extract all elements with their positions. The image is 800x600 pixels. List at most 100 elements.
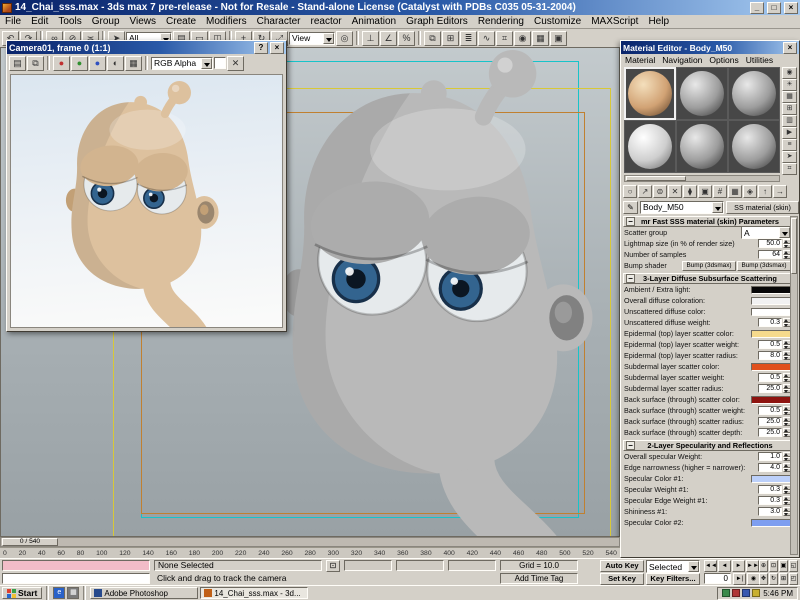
- key-filters-button[interactable]: Key Filters...: [646, 573, 700, 585]
- param-value-field[interactable]: 0.3: [758, 485, 782, 494]
- mirror-button[interactable]: ⧉: [424, 31, 441, 46]
- scatter-group-select-dropdown-button[interactable]: [779, 227, 790, 238]
- material-editor-panel[interactable]: Material Editor - Body_M50 × MaterialNav…: [620, 40, 800, 558]
- menu-rendering[interactable]: Rendering: [473, 16, 529, 27]
- video-color-check-button[interactable]: ▥: [782, 115, 797, 127]
- go-to-start-button[interactable]: ◄◄: [704, 560, 717, 572]
- field-of-view-button[interactable]: ◰: [789, 573, 798, 585]
- param-value-field[interactable]: 64: [758, 250, 782, 259]
- auto-key-button[interactable]: Auto Key: [600, 560, 644, 572]
- pan-view-button[interactable]: ✥: [759, 573, 768, 585]
- task-button-14-chai-sss-max-3d[interactable]: 14_Chai_sss.max - 3d...: [200, 587, 308, 599]
- enable-red-channel-button[interactable]: ●: [53, 56, 70, 71]
- material-type-button[interactable]: SS material (skin): [726, 201, 799, 214]
- zoom-all-button[interactable]: ⊡: [769, 560, 778, 572]
- current-frame-field[interactable]: 0: [704, 573, 731, 584]
- material-editor-button[interactable]: ◉: [514, 31, 531, 46]
- coordinate-z-field[interactable]: [448, 560, 496, 571]
- go-to-end-button[interactable]: ►|: [733, 573, 746, 585]
- material-editor-title-bar[interactable]: Material Editor - Body_M50 ×: [621, 41, 799, 54]
- minimize-button[interactable]: _: [750, 2, 764, 14]
- material-id-channel-button[interactable]: #: [713, 185, 727, 198]
- maxscript-mini-listener[interactable]: [2, 560, 150, 571]
- menu-character[interactable]: Character: [252, 16, 306, 27]
- material-sample-slot-5[interactable]: [676, 120, 728, 173]
- select-by-material-button[interactable]: ➤: [782, 151, 797, 163]
- background-button[interactable]: ▦: [782, 91, 797, 103]
- color-swatch[interactable]: [751, 330, 791, 338]
- zoom-button[interactable]: ⊕: [759, 560, 768, 572]
- go-to-parent-button[interactable]: ↑: [758, 185, 772, 198]
- put-to-library-button[interactable]: ▣: [698, 185, 712, 198]
- background-color-swatch[interactable]: [214, 57, 226, 69]
- collapse-icon[interactable]: −: [626, 274, 635, 283]
- key-filter-selected-select[interactable]: Selected: [646, 560, 700, 573]
- color-swatch[interactable]: [751, 286, 791, 294]
- reset-map-to-default-button[interactable]: ✕: [668, 185, 682, 198]
- material-sample-slot-3[interactable]: [728, 67, 780, 120]
- scrollbar-thumb[interactable]: [791, 218, 797, 274]
- channel-display-select-dropdown-button[interactable]: [201, 58, 212, 69]
- maxscript-mini-listener-input[interactable]: [2, 573, 150, 584]
- render-window-title-bar[interactable]: Camera01, frame 0 (1:1) ? ×: [7, 41, 286, 54]
- param-value-field[interactable]: 25.0: [758, 428, 782, 437]
- color-swatch[interactable]: [751, 519, 791, 527]
- make-material-copy-button[interactable]: ⧫: [683, 185, 697, 198]
- quicklaunch-browser-icon[interactable]: e: [53, 587, 65, 599]
- material-menu-utilities[interactable]: Utilities: [746, 55, 773, 65]
- curve-editor-button[interactable]: ∿: [478, 31, 495, 46]
- color-swatch[interactable]: [751, 475, 791, 483]
- align-button[interactable]: ⊞: [442, 31, 459, 46]
- selection-lock-toggle[interactable]: ⊡: [326, 560, 340, 572]
- param-value-field[interactable]: 1.0: [758, 452, 782, 461]
- title-bar[interactable]: 14_Chai_sss.max - 3ds max 7 pre-release …: [0, 0, 800, 15]
- menu-tools[interactable]: Tools: [53, 16, 86, 27]
- render-scene-button[interactable]: ▦: [532, 31, 549, 46]
- material-name-dropdown-button[interactable]: [712, 202, 723, 213]
- pick-material-from-object-button[interactable]: ✎: [623, 201, 638, 214]
- bump-shader-button[interactable]: Bump (3dsmax): [682, 261, 736, 271]
- scrollbar-thumb[interactable]: [626, 176, 686, 181]
- collapse-icon[interactable]: −: [626, 217, 635, 226]
- param-value-field[interactable]: 0.3: [758, 496, 782, 505]
- rollout-header[interactable]: −2-Layer Specularity and Reflections: [623, 440, 792, 451]
- quicklaunch-desktop-icon[interactable]: ▦: [67, 587, 79, 599]
- param-value-field[interactable]: 3.0: [758, 507, 782, 516]
- menu-views[interactable]: Views: [125, 16, 162, 27]
- material-menu-options[interactable]: Options: [709, 55, 738, 65]
- param-value-field[interactable]: 8.0: [758, 351, 782, 360]
- maximize-button[interactable]: □: [767, 2, 781, 14]
- sample-uv-tiling-button[interactable]: ⊞: [782, 103, 797, 115]
- menu-file[interactable]: File: [0, 16, 26, 27]
- layer-manager-button[interactable]: ≣: [460, 31, 477, 46]
- color-swatch[interactable]: [751, 396, 791, 404]
- coordinate-y-field[interactable]: [396, 560, 444, 571]
- param-value-field[interactable]: 50.0: [758, 239, 782, 248]
- reference-coordinate-system-select-dropdown-button[interactable]: [323, 33, 334, 44]
- color-swatch[interactable]: [751, 297, 791, 305]
- param-value-field[interactable]: 25.0: [758, 384, 782, 393]
- arc-rotate-button[interactable]: ↻: [769, 573, 778, 585]
- render-window-help-button[interactable]: ?: [254, 42, 268, 54]
- time-slider-handle[interactable]: 0 / 540: [2, 538, 58, 546]
- material-map-navigator-button[interactable]: ⌗: [782, 163, 797, 175]
- monochrome-toggle-button[interactable]: ◐: [107, 56, 124, 71]
- material-sample-slot-2[interactable]: [676, 67, 728, 120]
- add-time-tag[interactable]: Add Time Tag: [500, 573, 578, 584]
- put-material-to-scene-button[interactable]: ↗: [638, 185, 652, 198]
- material-sample-slot-1[interactable]: [624, 67, 676, 120]
- zoom-region-button[interactable]: ◱: [789, 560, 798, 572]
- material-editor-close-button[interactable]: ×: [783, 42, 797, 54]
- track-bar[interactable]: 0204060801001201401601802002202402602803…: [0, 547, 620, 558]
- percent-snap-toggle-button[interactable]: %: [398, 31, 415, 46]
- rollout-header[interactable]: −3-Layer Diffuse Subsurface Scattering: [623, 273, 792, 284]
- material-menu-material[interactable]: Material: [625, 55, 655, 65]
- color-swatch[interactable]: [751, 308, 791, 316]
- render-window-close-button[interactable]: ×: [270, 42, 284, 54]
- play-animation-button[interactable]: ►: [732, 560, 745, 572]
- clear-image-button[interactable]: ✕: [227, 56, 244, 71]
- sample-slots-scrollbar[interactable]: [624, 175, 780, 182]
- menu-modifiers[interactable]: Modifiers: [201, 16, 252, 27]
- start-button[interactable]: Start: [2, 587, 42, 599]
- param-value-field[interactable]: 0.5: [758, 406, 782, 415]
